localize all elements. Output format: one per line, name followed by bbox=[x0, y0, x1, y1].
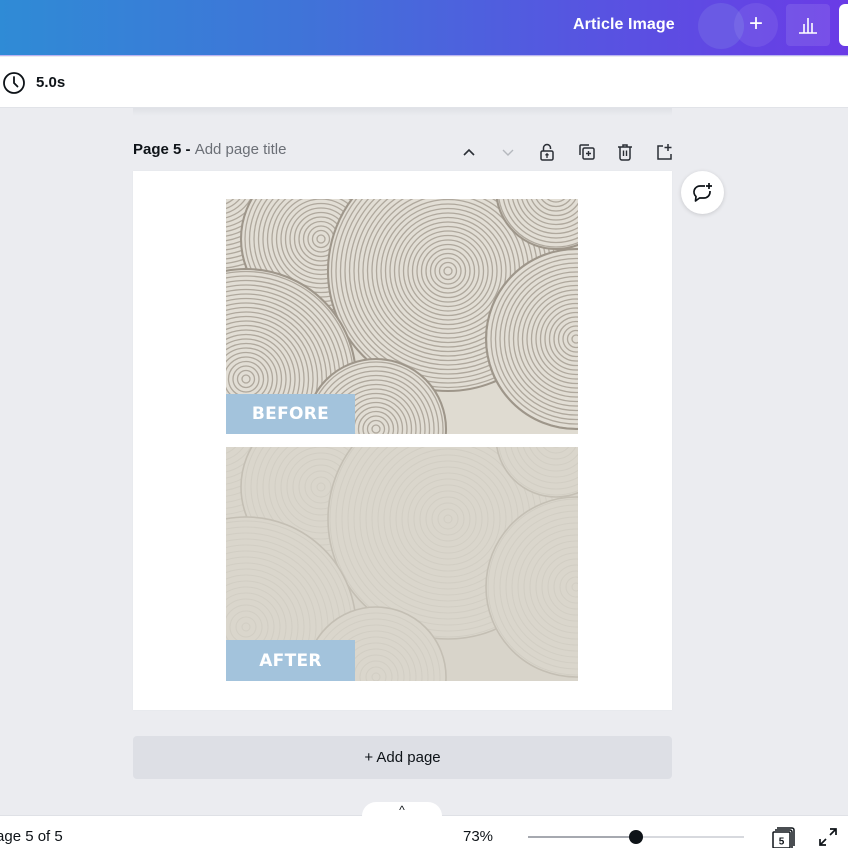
before-image[interactable]: BEFORE bbox=[226, 199, 578, 434]
zoom-slider-fill bbox=[528, 836, 636, 838]
zoom-slider[interactable] bbox=[528, 830, 744, 844]
page-number-label: Page 5 - bbox=[133, 141, 195, 158]
insights-chart-icon bbox=[799, 18, 817, 34]
page-tools bbox=[449, 139, 683, 165]
trash-icon bbox=[617, 144, 632, 161]
add-page-button[interactable]: + Add page bbox=[133, 736, 672, 779]
add-comment-icon bbox=[692, 182, 712, 202]
pages-grid-button[interactable]: 5 bbox=[771, 825, 797, 848]
after-image[interactable]: AFTER bbox=[226, 447, 578, 681]
duplicate-page-button[interactable] bbox=[566, 139, 605, 165]
move-page-down-button[interactable] bbox=[488, 139, 527, 165]
unlock-icon bbox=[539, 143, 554, 161]
add-comment-button[interactable] bbox=[681, 171, 724, 214]
before-label: BEFORE bbox=[226, 394, 355, 434]
fullscreen-button[interactable] bbox=[817, 826, 839, 848]
zoom-slider-thumb[interactable] bbox=[629, 830, 643, 844]
chevron-up-icon bbox=[462, 148, 475, 156]
add-page-icon bbox=[656, 144, 672, 160]
insights-button[interactable] bbox=[786, 4, 830, 46]
pages-count-badge: 5 bbox=[779, 837, 785, 848]
share-button[interactable] bbox=[839, 4, 848, 46]
lock-page-button[interactable] bbox=[527, 139, 566, 165]
plus-icon: + bbox=[748, 10, 763, 37]
delete-page-button[interactable] bbox=[605, 139, 644, 165]
document-title[interactable]: Article Image bbox=[573, 16, 675, 34]
page-duration[interactable]: 5.0s bbox=[36, 74, 65, 91]
page-count: Page 5 of 5 bbox=[0, 828, 63, 845]
notes-toggle[interactable]: ^ bbox=[362, 802, 442, 818]
fullscreen-icon bbox=[819, 828, 837, 846]
duplicate-icon bbox=[578, 144, 595, 160]
move-page-up-button[interactable] bbox=[449, 139, 488, 165]
previous-page-edge bbox=[133, 108, 672, 116]
add-page-after-button[interactable] bbox=[644, 139, 683, 165]
timing-bar bbox=[0, 57, 848, 108]
footer-bar bbox=[0, 815, 848, 848]
top-toolbar: Article Image + bbox=[0, 0, 848, 56]
add-collaborator-button[interactable]: + bbox=[734, 3, 778, 47]
zoom-percent[interactable]: 73% bbox=[463, 828, 493, 845]
chevron-down-icon bbox=[502, 149, 513, 156]
pages-grid-icon: 5 bbox=[772, 827, 795, 848]
after-label: AFTER bbox=[226, 640, 355, 681]
clock-icon[interactable] bbox=[2, 71, 26, 95]
page-title-input[interactable]: Add page title bbox=[195, 141, 287, 158]
